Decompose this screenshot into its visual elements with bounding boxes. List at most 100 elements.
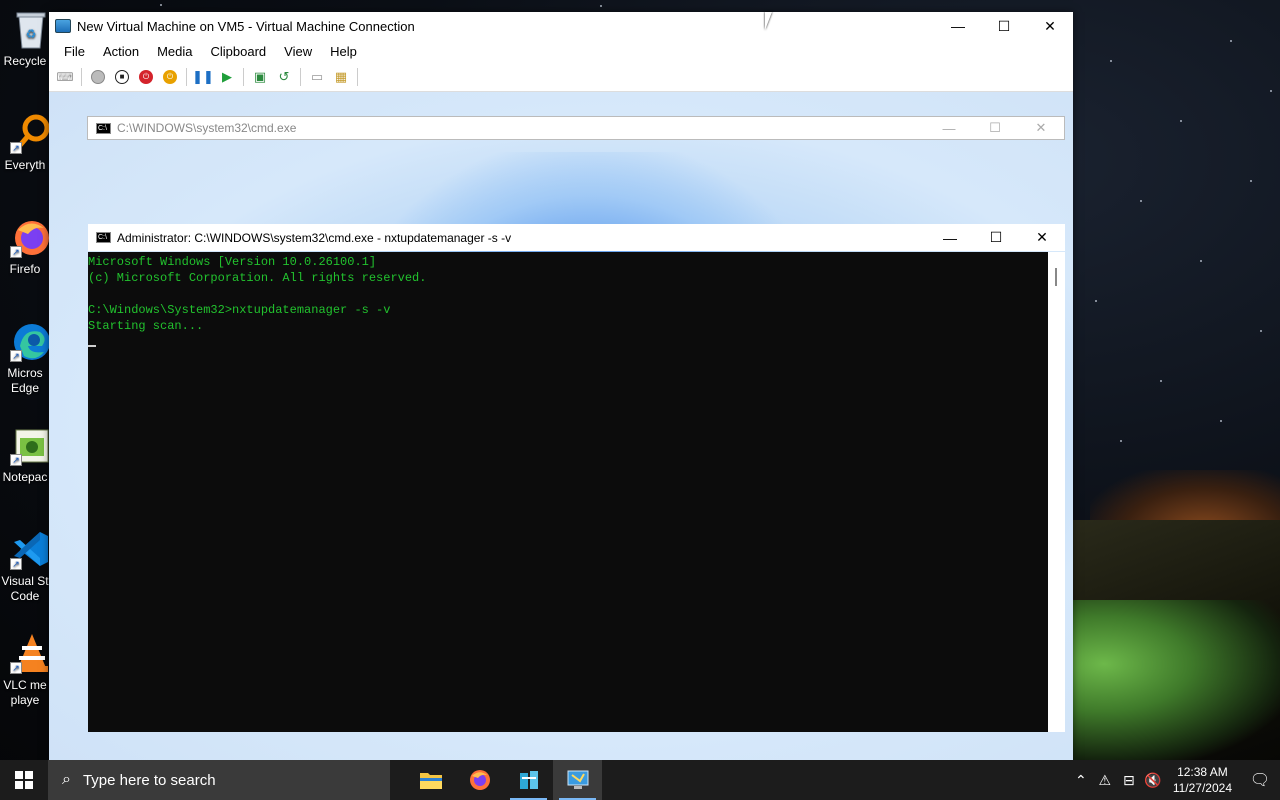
shortcut-arrow-icon: ↗ (10, 142, 22, 154)
cmd-icon: C:\ (96, 122, 111, 134)
taskbar-firefox[interactable] (455, 760, 504, 800)
hyperv-icon (567, 770, 588, 789)
desktop-icon-label: VLC me playe (3, 678, 47, 707)
text-cursor (88, 345, 96, 347)
menu-clipboard[interactable]: Clipboard (202, 44, 276, 59)
shortcut-arrow-icon: ↗ (10, 454, 22, 466)
cmd-title: Administrator: C:\WINDOWS\system32\cmd.e… (117, 230, 512, 245)
search-icon: ⌕ (62, 771, 71, 788)
clock-date: 11/27/2024 (1172, 781, 1232, 795)
shutdown-icon: ⏻ (139, 69, 153, 84)
menu-file[interactable]: File (55, 44, 94, 59)
toolbar-separator (357, 67, 358, 86)
pause-icon: ❚❚ (192, 68, 214, 84)
desktop-icon-vlc[interactable]: ↗ VLC me playe (0, 632, 50, 708)
resume-button[interactable]: ▶ (217, 67, 237, 87)
cmd-back-close-button[interactable]: ✕ (1018, 120, 1064, 136)
taskbar-search-box[interactable]: ⌕ Type here to search (48, 760, 390, 800)
desktop-icon-label: Firefo (9, 262, 41, 276)
checkpoint-icon: ▣ (253, 68, 267, 84)
console-line: (c) Microsoft Corporation. All rights re… (88, 271, 427, 285)
desktop-icon-label: Notepac (2, 470, 48, 484)
menu-media[interactable]: Media (148, 44, 201, 59)
vm-titlebar[interactable]: New Virtual Machine on VM5 - Virtual Mac… (49, 12, 1073, 40)
app-icon (519, 771, 538, 789)
share-icon: ▦ (334, 68, 348, 84)
console-output[interactable]: Microsoft Windows [Version 10.0.26100.1]… (88, 252, 1048, 732)
revert-button[interactable]: ↺ (274, 67, 294, 87)
shutdown-button[interactable]: ⏻ (136, 67, 156, 87)
desktop-icon-firefox[interactable]: ↗ Firefo (0, 216, 50, 277)
vscode-icon: ↗ (10, 528, 52, 570)
cmd-back-minimize-button[interactable]: — (926, 121, 972, 136)
save-icon: ⏻ (163, 69, 177, 84)
file-explorer-icon (419, 773, 442, 789)
clock-time: 12:38 AM (1177, 765, 1228, 779)
start-button[interactable] (88, 67, 108, 87)
desktop-icon-label: Micros Edge (7, 366, 43, 395)
menu-help[interactable]: Help (321, 44, 366, 59)
keyboard-icon: ⌨ (56, 69, 74, 84)
firefox-icon (469, 770, 490, 790)
menu-view[interactable]: View (275, 44, 321, 59)
start-icon (91, 69, 105, 84)
cmd-close-button[interactable]: ✕ (1019, 229, 1065, 246)
desktop-icon-notepad[interactable]: ↗ Notepac (0, 424, 50, 485)
taskbar-app[interactable] (504, 760, 553, 800)
taskbar-file-explorer[interactable] (406, 760, 455, 800)
cmd-icon: C:\ (96, 232, 111, 243)
taskbar-hyperv[interactable] (553, 760, 602, 800)
close-button[interactable]: ✕ (1027, 12, 1073, 40)
shortcut-arrow-icon: ↗ (10, 246, 22, 258)
windows-logo-icon (15, 771, 33, 789)
minimize-button[interactable]: — (935, 12, 981, 40)
shortcut-arrow-icon: ↗ (10, 558, 22, 570)
monitor-icon: ▭ (310, 68, 324, 84)
desktop-icon-label: Everyth (4, 158, 46, 172)
desktop-icon-vscode[interactable]: ↗ Visual St Code (0, 528, 50, 604)
turn-off-button[interactable]: ■ (112, 67, 132, 87)
console-line: Starting scan... (88, 319, 204, 333)
mouse-pointer (765, 12, 779, 30)
toolbar-separator (81, 67, 82, 86)
desktop-icon-label: Visual St Code (1, 574, 49, 603)
ctrl-alt-del-button[interactable]: ⌨ (55, 67, 75, 87)
checkpoint-button[interactable]: ▣ (250, 67, 270, 87)
system-tray: ⌃ ⚠ ⊟ 🔇 12:38 AM 11/27/2024 🗨 (1069, 760, 1280, 800)
cmd-window-background[interactable]: C:\ C:\WINDOWS\system32\cmd.exe — ☐ ✕ (87, 116, 1065, 140)
desktop-icon-recycle-bin[interactable]: ♻ Recycle (0, 8, 50, 69)
everything-icon: ↗ (10, 112, 52, 154)
cmd-minimize-button[interactable]: — (927, 230, 973, 246)
svg-text:♻: ♻ (26, 27, 37, 41)
console-line: Microsoft Windows [Version 10.0.26100.1] (88, 255, 377, 269)
desktop-icon-edge[interactable]: ↗ Micros Edge (0, 320, 50, 396)
scroll-thumb[interactable] (1055, 268, 1057, 286)
save-button[interactable]: ⏻ (160, 67, 180, 87)
enhanced-session-button[interactable]: ▭ (307, 67, 327, 87)
cmd-back-maximize-button[interactable]: ☐ (972, 120, 1018, 136)
start-button[interactable] (0, 760, 48, 800)
volume-muted-icon[interactable]: 🔇 (1141, 772, 1165, 789)
console-scrollbar[interactable] (1048, 252, 1065, 732)
cmd-maximize-button[interactable]: ☐ (973, 229, 1019, 246)
play-icon: ▶ (222, 68, 232, 84)
search-placeholder: Type here to search (82, 771, 216, 789)
green-hill (1060, 600, 1280, 760)
network-icon[interactable]: ⊟ (1117, 772, 1141, 789)
cmd-titlebar[interactable]: C:\ Administrator: C:\WINDOWS\system32\c… (88, 224, 1065, 251)
network-alert-icon[interactable]: ⚠ (1093, 772, 1117, 789)
firefox-icon: ↗ (10, 216, 52, 258)
taskbar-clock[interactable]: 12:38 AM 11/27/2024 (1165, 764, 1240, 796)
console-cursor-line (88, 334, 1048, 350)
pause-button[interactable]: ❚❚ (192, 67, 214, 87)
vm-window-title: New Virtual Machine on VM5 - Virtual Mac… (77, 18, 415, 34)
show-hidden-icons-button[interactable]: ⌃ (1069, 772, 1093, 789)
share-button[interactable]: ▦ (331, 67, 351, 87)
toolbar-separator (186, 67, 187, 86)
maximize-button[interactable]: ☐ (981, 12, 1027, 40)
stop-icon: ■ (115, 69, 129, 84)
desktop-icon-everything[interactable]: ↗ Everyth (0, 112, 50, 173)
menu-action[interactable]: Action (94, 44, 148, 59)
notification-center-icon[interactable]: 🗨 (1240, 770, 1280, 790)
